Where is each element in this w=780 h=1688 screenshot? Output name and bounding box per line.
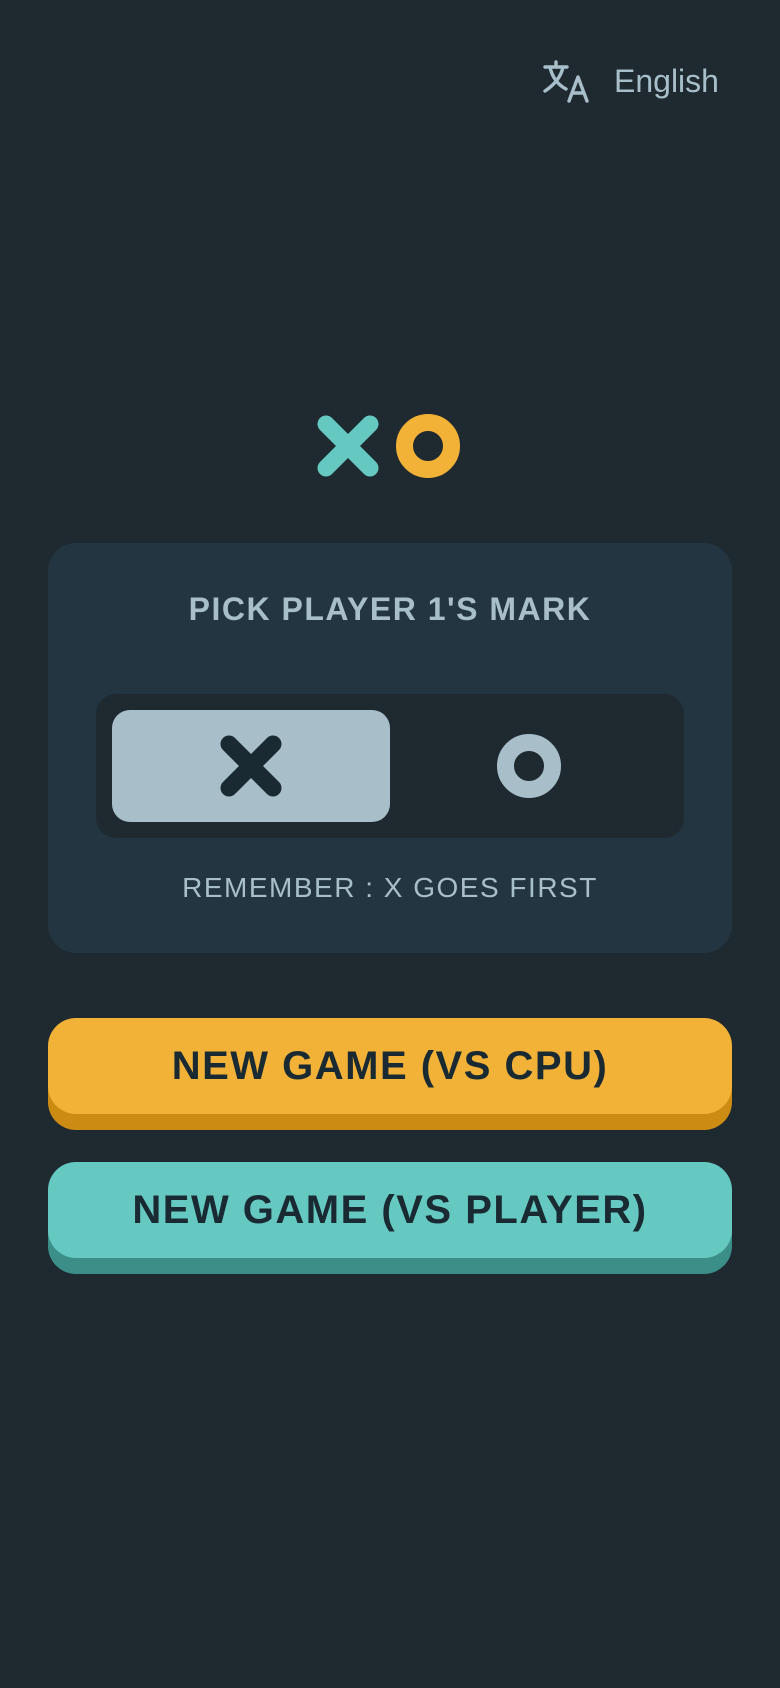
mark-picker-card: PICK PLAYER 1'S MARK REMEMBER : X GOES F…	[48, 543, 732, 953]
mark-picker-title: PICK PLAYER 1'S MARK	[188, 591, 592, 627]
first-move-note: REMEMBER : X GOES FIRST	[182, 872, 598, 903]
o-mark-icon	[396, 414, 460, 478]
o-mark-icon	[497, 734, 561, 798]
mark-option-o[interactable]	[390, 710, 668, 822]
x-mark-icon	[219, 734, 283, 798]
game-logo	[316, 414, 460, 478]
language-selector[interactable]: English	[542, 56, 719, 106]
language-label: English	[614, 63, 719, 99]
new-game-vs-cpu-button[interactable]: NEW GAME (VS CPU)	[48, 1018, 732, 1114]
x-mark-icon	[316, 414, 380, 478]
translate-icon	[542, 59, 590, 103]
mark-option-x[interactable]	[112, 710, 390, 822]
mark-toggle	[96, 694, 684, 838]
new-game-vs-player-button[interactable]: NEW GAME (VS PLAYER)	[48, 1162, 732, 1258]
